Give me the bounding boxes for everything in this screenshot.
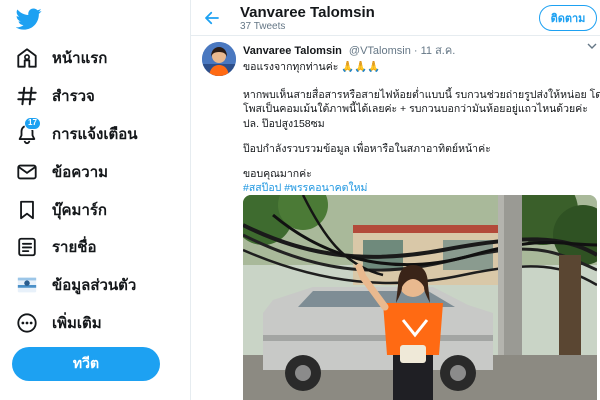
profile-icon (16, 274, 38, 296)
back-arrow-icon[interactable] (203, 9, 221, 27)
sidebar-item-label: สำรวจ (52, 88, 95, 105)
profile-header: Vanvaree Talomsin 37 Tweets ติดตาม (191, 0, 600, 36)
sidebar: หน้าแรก สำรวจ 17 การแจ้งเตือน ข้อความ บุ… (0, 0, 190, 400)
sidebar-item-label: หน้าแรก (52, 50, 108, 67)
avatar[interactable] (202, 42, 236, 76)
tweet-button[interactable]: ทวีต (12, 347, 160, 381)
home-icon (16, 47, 38, 69)
tweet-text-line: ปล. ป๊อปสูง158ซม (243, 118, 325, 130)
tweet[interactable]: Vanvaree Talomsin @VTalomsin · 11 ส.ค. ข… (191, 36, 600, 400)
sidebar-item-label: ข้อมูลส่วนตัว (52, 277, 137, 294)
tweet-hashtags: #สสป๊อป #พรรคอนาคตใหม่ (243, 179, 367, 196)
twitter-logo-icon[interactable] (16, 6, 42, 32)
sidebar-item-messages[interactable]: ข้อความ (16, 157, 108, 187)
tweet-author-name[interactable]: Vanvaree Talomsin (243, 45, 342, 57)
sidebar-item-home[interactable]: หน้าแรก (16, 43, 107, 73)
sidebar-item-more[interactable]: เพิ่มเติม (16, 308, 102, 338)
more-icon (16, 312, 38, 334)
hashtag-link[interactable]: #สสป๊อป (243, 182, 281, 194)
bell-icon: 17 (16, 117, 41, 145)
sidebar-item-profile[interactable]: ข้อมูลส่วนตัว (16, 270, 136, 300)
envelope-icon (16, 161, 38, 183)
hashtag-link[interactable]: #พรรคอนาคตใหม่ (284, 182, 367, 194)
sidebar-item-explore[interactable]: สำรวจ (16, 81, 95, 111)
tweet-text-line: ขอแรงจากทุกท่านค่ะ 🙏🙏🙏 (243, 61, 381, 73)
tweet-handle-date[interactable]: @VTalomsin · 11 ส.ค. (349, 45, 455, 57)
sidebar-item-label: การแจ้งเตือน (52, 126, 138, 143)
list-icon (16, 236, 38, 258)
sidebar-item-label: บุ๊คมาร์ก (52, 202, 108, 219)
hashtag-icon (16, 85, 38, 107)
notification-count-badge: 17 (24, 117, 41, 130)
sidebar-item-lists[interactable]: รายชื่อ (16, 232, 96, 262)
follow-button[interactable]: ติดตาม (539, 5, 597, 31)
tweet-author-line: Vanvaree Talomsin @VTalomsin · 11 ส.ค. (243, 41, 593, 59)
main-column: Vanvaree Talomsin 37 Tweets ติดตาม Vanva… (190, 0, 600, 400)
tweet-photo[interactable] (243, 195, 597, 400)
sidebar-item-notifications[interactable]: 17 การแจ้งเตือน (16, 117, 138, 149)
tweet-text-line: ป๊อปกำลังรวบรวมข้อมูล เพื่อหารือในสภาอาท… (243, 143, 491, 155)
sidebar-item-bookmarks[interactable]: บุ๊คมาร์ก (16, 195, 107, 225)
chevron-down-icon[interactable] (587, 42, 597, 50)
sidebar-item-label: ข้อความ (52, 164, 109, 181)
sidebar-item-label: รายชื่อ (52, 239, 97, 256)
bookmark-icon (16, 199, 38, 221)
profile-name: Vanvaree Talomsin (240, 4, 375, 21)
tweet-count: 37 Tweets (240, 21, 286, 32)
sidebar-item-label: เพิ่มเติม (52, 315, 102, 332)
